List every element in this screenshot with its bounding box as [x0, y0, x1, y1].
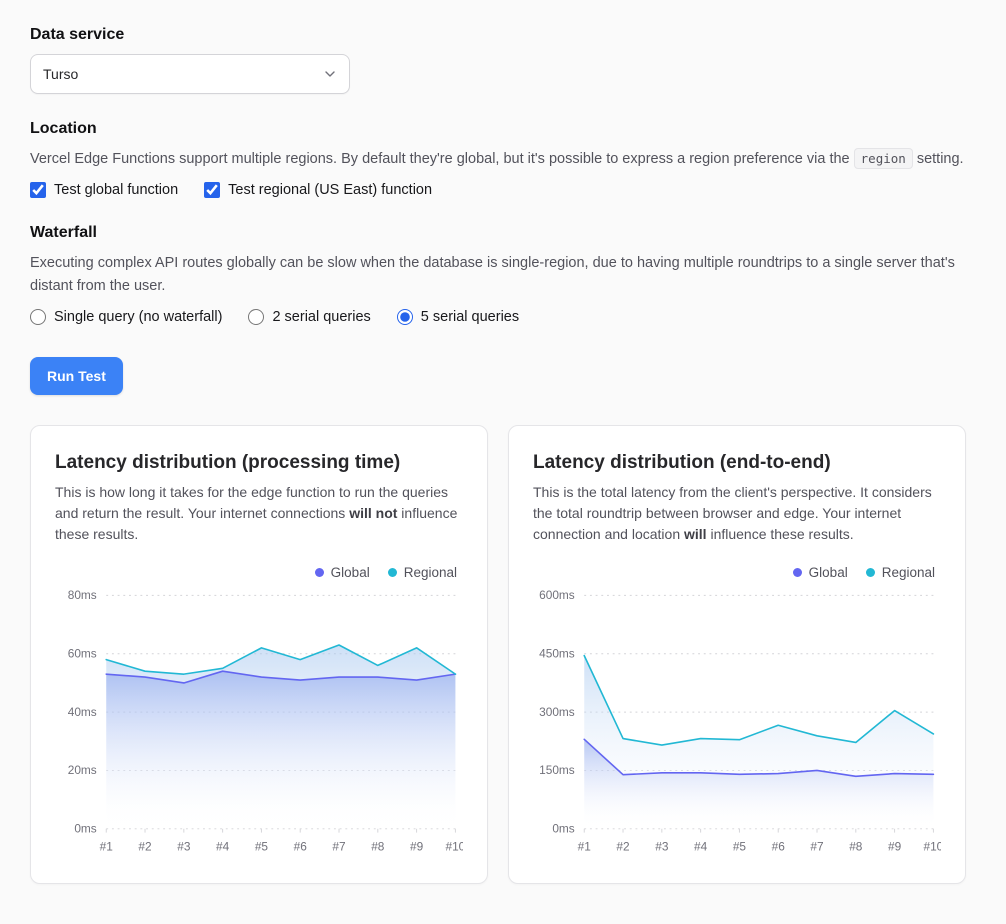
- processing-chart-title: Latency distribution (processing time): [55, 452, 463, 474]
- data-service-section: Data service Turso: [30, 26, 966, 94]
- two-serial-radio-input[interactable]: [248, 309, 264, 325]
- region-code-chip: region: [854, 148, 913, 169]
- legend-item-regional: Regional: [388, 565, 457, 580]
- svg-text:#6: #6: [772, 840, 786, 854]
- svg-text:150ms: 150ms: [539, 764, 575, 778]
- checkbox-test-regional-label: Test regional (US East) function: [228, 182, 432, 198]
- page: Data service Turso Location Vercel Edge …: [0, 0, 1006, 924]
- legend-global-label: Global: [809, 565, 848, 580]
- radio-single-query[interactable]: Single query (no waterfall): [30, 309, 222, 325]
- radio-2-serial-queries-label: 2 serial queries: [272, 309, 370, 325]
- chevron-down-icon: [323, 67, 337, 81]
- five-serial-radio-input[interactable]: [397, 309, 413, 325]
- latency-processing-chart: 0ms 20ms 40ms 60ms 80ms #1 #2 #3 #4 #5 #6 #7 #8 #9 #10: [55, 584, 463, 869]
- svg-text:#7: #7: [810, 840, 823, 854]
- regional-dot-icon: [388, 568, 397, 577]
- svg-text:60ms: 60ms: [68, 647, 97, 661]
- location-description: Vercel Edge Functions support multiple r…: [30, 148, 966, 170]
- location-description-text-2: setting.: [913, 151, 964, 167]
- processing-desc-bold: will not: [349, 505, 397, 521]
- single-query-radio-input[interactable]: [30, 309, 46, 325]
- e2e-desc-text-2: influence these results.: [707, 526, 854, 542]
- processing-chart-legend: Global Regional: [55, 565, 457, 580]
- legend-item-global: Global: [315, 565, 370, 580]
- e2e-desc-bold: will: [684, 526, 707, 542]
- svg-text:#8: #8: [849, 840, 863, 854]
- charts-row: Latency distribution (processing time) T…: [30, 425, 966, 884]
- checkbox-test-regional[interactable]: Test regional (US East) function: [204, 182, 432, 198]
- radio-single-query-label: Single query (no waterfall): [54, 309, 222, 325]
- svg-text:#1: #1: [578, 840, 592, 854]
- waterfall-description: Executing complex API routes globally ca…: [30, 252, 966, 297]
- svg-text:#10: #10: [924, 840, 941, 854]
- svg-text:#5: #5: [255, 840, 269, 854]
- legend-global-label: Global: [331, 565, 370, 580]
- waterfall-section: Waterfall Executing complex API routes g…: [30, 224, 966, 325]
- svg-text:#4: #4: [216, 840, 230, 854]
- svg-text:0ms: 0ms: [74, 822, 96, 836]
- latency-e2e-chart: 0ms 150ms 300ms 450ms 600ms #1 #2 #3 #4 #5 #6 #7 #8 #…: [533, 584, 941, 869]
- regional-dot-icon: [866, 568, 875, 577]
- global-dot-icon: [793, 568, 802, 577]
- svg-text:#9: #9: [410, 840, 424, 854]
- e2e-chart-legend: Global Regional: [533, 565, 935, 580]
- svg-text:#2: #2: [138, 840, 151, 854]
- svg-text:#4: #4: [694, 840, 708, 854]
- global-dot-icon: [315, 568, 324, 577]
- legend-item-regional: Regional: [866, 565, 935, 580]
- svg-text:#1: #1: [100, 840, 114, 854]
- svg-text:#7: #7: [332, 840, 345, 854]
- location-heading: Location: [30, 120, 966, 138]
- checkbox-test-global[interactable]: Test global function: [30, 182, 178, 198]
- svg-text:#9: #9: [888, 840, 902, 854]
- svg-text:0ms: 0ms: [552, 822, 574, 836]
- radio-5-serial-queries-label: 5 serial queries: [421, 309, 519, 325]
- svg-text:#8: #8: [371, 840, 385, 854]
- test-global-checkbox-input[interactable]: [30, 182, 46, 198]
- data-service-selected-value: Turso: [43, 66, 78, 82]
- radio-2-serial-queries[interactable]: 2 serial queries: [248, 309, 370, 325]
- svg-text:450ms: 450ms: [539, 647, 575, 661]
- waterfall-heading: Waterfall: [30, 224, 966, 242]
- svg-text:40ms: 40ms: [68, 705, 97, 719]
- svg-text:#3: #3: [655, 840, 669, 854]
- location-description-text: Vercel Edge Functions support multiple r…: [30, 151, 854, 167]
- svg-text:20ms: 20ms: [68, 764, 97, 778]
- waterfall-radio-row: Single query (no waterfall) 2 serial que…: [30, 309, 966, 325]
- svg-text:#3: #3: [177, 840, 191, 854]
- svg-text:#5: #5: [733, 840, 747, 854]
- svg-text:#10: #10: [446, 840, 463, 854]
- legend-regional-label: Regional: [404, 565, 457, 580]
- location-section: Location Vercel Edge Functions support m…: [30, 120, 966, 198]
- radio-5-serial-queries[interactable]: 5 serial queries: [397, 309, 519, 325]
- processing-chart-description: This is how long it takes for the edge f…: [55, 482, 463, 545]
- data-service-heading: Data service: [30, 26, 966, 44]
- run-test-button[interactable]: Run Test: [30, 357, 123, 395]
- svg-text:#6: #6: [294, 840, 308, 854]
- test-regional-checkbox-input[interactable]: [204, 182, 220, 198]
- e2e-chart-title: Latency distribution (end-to-end): [533, 452, 941, 474]
- legend-regional-label: Regional: [882, 565, 935, 580]
- svg-text:300ms: 300ms: [539, 705, 575, 719]
- svg-text:80ms: 80ms: [68, 589, 97, 603]
- data-service-select[interactable]: Turso: [30, 54, 350, 94]
- location-checkbox-row: Test global function Test regional (US E…: [30, 182, 966, 198]
- e2e-chart-description: This is the total latency from the clien…: [533, 482, 941, 545]
- card-processing-time: Latency distribution (processing time) T…: [30, 425, 488, 884]
- svg-text:#2: #2: [616, 840, 629, 854]
- card-end-to-end: Latency distribution (end-to-end) This i…: [508, 425, 966, 884]
- legend-item-global: Global: [793, 565, 848, 580]
- checkbox-test-global-label: Test global function: [54, 182, 178, 198]
- svg-text:600ms: 600ms: [539, 589, 575, 603]
